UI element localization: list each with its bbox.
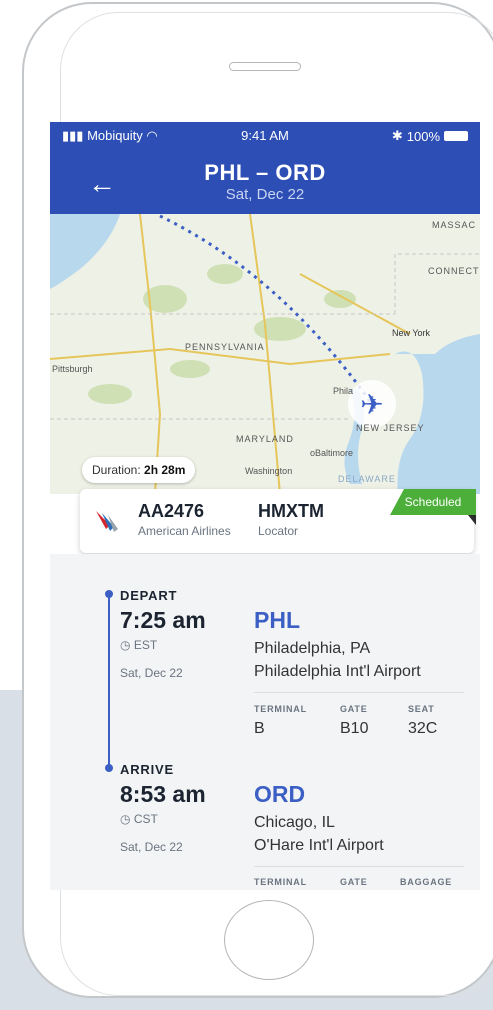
flight-details: DEPART 7:25 am ◷ EST Sat, Dec 22 PHL Phi…: [50, 554, 480, 890]
map-label-maryland: MARYLAND: [236, 434, 294, 444]
airline-name: American Airlines: [138, 524, 231, 538]
battery-icon: [444, 131, 468, 141]
terminal-label: TERMINAL: [254, 704, 307, 714]
bluetooth-icon: ✱: [391, 128, 403, 143]
map-label-pittsburgh: Pittsburgh: [52, 364, 93, 374]
arrive-dot: [105, 764, 113, 772]
badge-fold: [468, 515, 476, 525]
map-label-new-york: New York: [392, 328, 431, 338]
map-drawing: ✈: [50, 214, 480, 494]
divider: [254, 866, 464, 867]
status-bar: ▮▮▮ Mobiquity ◠ 9:41 AM ✱ 100%: [50, 128, 480, 148]
arrive-date: Sat, Dec 22: [120, 840, 183, 854]
gate-label: GATE: [340, 704, 368, 714]
timeline-line: [108, 594, 110, 766]
status-badge: Scheduled: [390, 489, 476, 515]
depart-airport-name: Philadelphia Int'l Airport: [254, 663, 421, 680]
depart-airport-code: PHL: [254, 607, 300, 633]
map-label-pennsylvania: PENNSYLVANIA: [185, 342, 265, 352]
flight-date: Sat, Dec 22: [225, 186, 305, 203]
airplane-icon: ✈: [360, 388, 383, 421]
depart-date: Sat, Dec 22: [120, 666, 183, 680]
flight-map[interactable]: ✈ MASSAC CONNECT PENNSYLVANIA Pittsburgh…: [50, 214, 480, 494]
depart-time: 7:25 am: [120, 607, 206, 633]
battery-status: ✱ 100%: [392, 128, 468, 144]
terminal-value: B: [254, 720, 265, 737]
depart-label: DEPART: [120, 588, 178, 603]
seat-value: 32C: [408, 720, 438, 737]
flight-card[interactable]: AA2476 American Airlines HMXTM Locator S…: [80, 489, 476, 553]
header-bar: ▮▮▮ Mobiquity ◠ 9:41 AM ✱ 100% ← PHL – O…: [50, 122, 480, 214]
clock-icon: ◷: [120, 812, 131, 826]
depart-timezone: ◷ EST: [120, 638, 158, 652]
divider: [254, 692, 464, 693]
app-screen: ▮▮▮ Mobiquity ◠ 9:41 AM ✱ 100% ← PHL – O…: [50, 122, 480, 890]
clock-icon: ◷: [120, 638, 131, 652]
depart-dot: [105, 590, 113, 598]
map-label-connecticut: CONNECT: [428, 266, 480, 276]
locator-label: Locator: [258, 524, 299, 538]
map-label-philadelphia: Phila: [333, 386, 354, 396]
home-button[interactable]: [224, 900, 314, 980]
map-label-washington: Washington: [245, 466, 293, 476]
arrive-time: 8:53 am: [120, 781, 206, 807]
arrive-city: Chicago, IL: [254, 814, 335, 831]
map-label-massachusetts: MASSAC: [432, 220, 477, 230]
gate-value: B10: [340, 720, 369, 737]
map-label-new-jersey: NEW JERSEY: [356, 423, 425, 433]
arrive-airport-name: O'Hare Int'l Airport: [254, 837, 384, 854]
arrive-label: ARRIVE: [120, 762, 174, 777]
duration-pill: Duration: 2h 28m: [82, 457, 196, 483]
gate-label: GATE: [340, 877, 368, 887]
map-label-baltimore: oBaltimore: [310, 448, 354, 458]
locator-code: HMXTM: [258, 501, 324, 521]
map-label-delaware: DELAWARE: [338, 474, 396, 484]
arrive-timezone: ◷ CST: [120, 812, 158, 826]
terminal-label: TERMINAL: [254, 877, 307, 887]
speaker-slot: [229, 62, 301, 71]
depart-city: Philadelphia, PA: [254, 640, 371, 657]
flight-number: AA2476: [138, 501, 205, 521]
baggage-label: BAGGAGE: [400, 877, 453, 887]
arrive-airport-code: ORD: [254, 781, 306, 807]
route-title: PHL – ORD: [204, 160, 326, 185]
duration-value: 2h 28m: [144, 463, 186, 477]
american-airlines-logo-icon: [96, 511, 118, 532]
seat-label: SEAT: [408, 704, 435, 714]
